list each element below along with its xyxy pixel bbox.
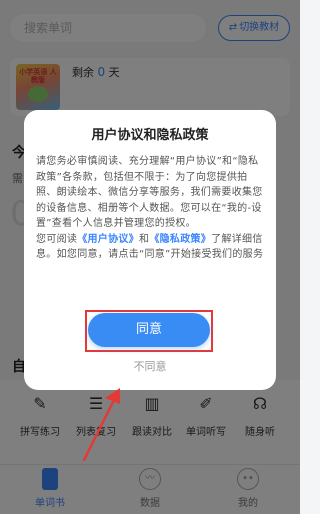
dialog-paragraph-2-prefix: 您可阅读 <box>36 233 78 245</box>
app-screen: 搜索单词 ⇄切换教材 小学英语 人教版 剩余 0 天 今 需 0 自 ✎ 拼写练… <box>0 0 300 514</box>
privacy-policy-link[interactable]: 《隐私政策》 <box>149 234 211 245</box>
dialog-title: 用户协议和隐私政策 <box>91 128 209 143</box>
dialog-body: 请您务必审慎阅读、充分理解“用户协议”和“隐私政策”各条款，包括但不限于：为了向… <box>36 154 268 263</box>
user-agreement-link[interactable]: 《用户协议》 <box>77 234 139 245</box>
privacy-dialog: 用户协议和隐私政策 请您务必审慎阅读、充分理解“用户协议”和“隐私政策”各条款，… <box>24 110 276 390</box>
agree-button[interactable]: 同意 <box>88 313 210 347</box>
disagree-button[interactable]: 不同意 <box>24 358 276 374</box>
dialog-paragraph-2-and: 和 <box>139 233 150 245</box>
dialog-paragraph-1: 请您务必审慎阅读、充分理解“用户协议”和“隐私政策”各条款，包括但不限于：为了向… <box>36 156 263 229</box>
